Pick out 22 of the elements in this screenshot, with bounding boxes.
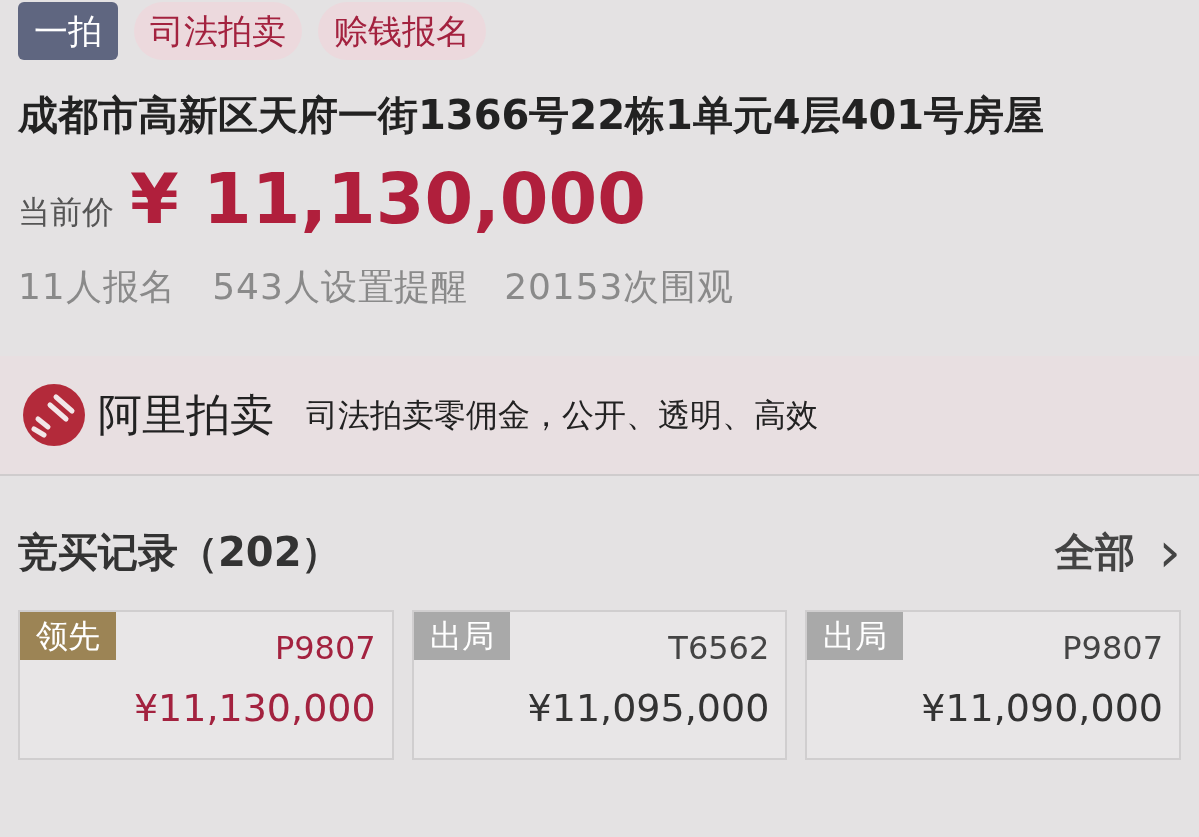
brand-name: 阿里拍卖: [98, 388, 274, 442]
stat-text: 543人设置提醒: [212, 265, 469, 309]
bid-amount: ¥11,130,000: [132, 685, 377, 732]
view-all-link[interactable]: 全部 ›: [1054, 522, 1181, 582]
bidder-id: T6562: [668, 628, 771, 669]
stat-text: 20153次围观: [504, 265, 734, 309]
slogan-text: 司法拍卖零佣金，公开、透明、高效: [306, 395, 818, 436]
bidder-id: P9807: [1062, 628, 1164, 669]
price-label: 当前价: [18, 192, 114, 233]
status-badge: 出局: [807, 612, 904, 660]
bidder-id: P9807: [274, 628, 377, 669]
bid-amount: ¥11,095,000: [526, 685, 771, 732]
listing-title: 成都市高新区天府一街1366号22栋1单元4层401号房屋: [17, 91, 1046, 140]
status-badge: 领先: [20, 612, 116, 660]
status-badge: 出局: [413, 612, 510, 660]
stat-text: 11人报名: [18, 265, 177, 309]
tag: 一拍: [18, 2, 118, 60]
section-title: 竞买记录（202）: [18, 528, 342, 577]
tag: 司法拍卖: [134, 2, 302, 60]
bid-amount: ¥11,090,000: [920, 685, 1164, 732]
current-price: ¥ 11,130,000: [130, 164, 646, 234]
tag: 赊钱报名: [318, 2, 486, 60]
